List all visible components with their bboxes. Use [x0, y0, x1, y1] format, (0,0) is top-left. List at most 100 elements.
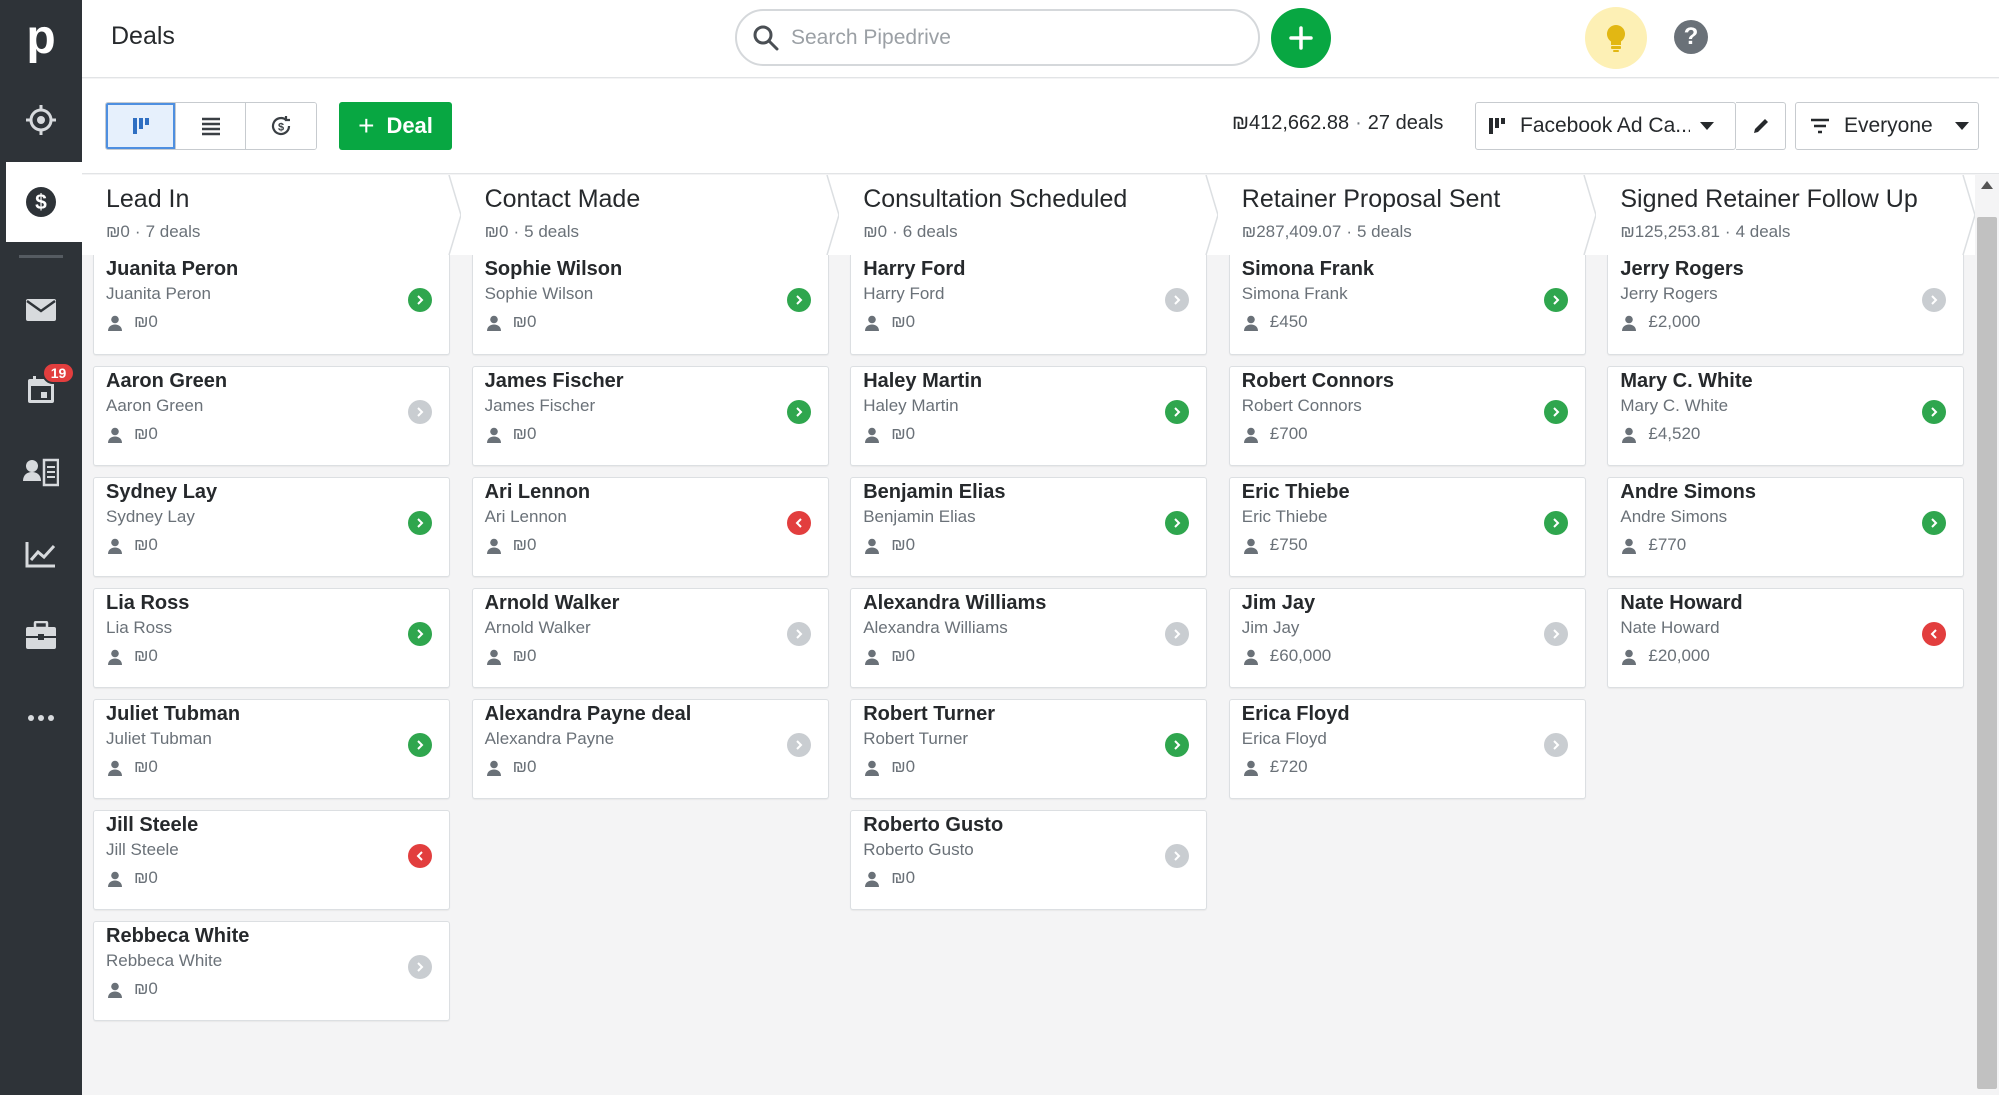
deal-title[interactable]: Ari Lennon [485, 481, 828, 504]
activity-status-icon[interactable] [1922, 288, 1947, 312]
pipeline-view-button[interactable] [106, 103, 176, 149]
deal-card[interactable]: Benjamin Elias Benjamin Elias ₪0 [850, 477, 1208, 577]
deal-title[interactable]: Alexandra Payne deal [485, 703, 828, 726]
deal-card[interactable]: Jill Steele Jill Steele ₪0 [93, 810, 450, 910]
add-deal-button[interactable]: + Deal [339, 102, 452, 150]
deal-card[interactable]: Simona Frank Simona Frank £450 [1228, 255, 1586, 355]
deal-title[interactable]: Aaron Green [106, 370, 449, 393]
deal-card[interactable]: Jim Jay Jim Jay £60,000 [1228, 588, 1586, 688]
deal-card[interactable]: Ari Lennon Ari Lennon ₪0 [471, 477, 829, 577]
activity-status-icon[interactable] [1165, 622, 1190, 646]
deal-title[interactable]: Erica Floyd [1242, 703, 1585, 726]
deal-card[interactable]: Haley Martin Haley Martin ₪0 [850, 366, 1208, 466]
activity-status-icon[interactable] [786, 733, 811, 757]
activity-status-icon[interactable] [1165, 288, 1190, 312]
deal-title[interactable]: Harry Ford [863, 258, 1206, 281]
deal-card[interactable]: Juanita Peron Juanita Peron ₪0 [93, 255, 450, 355]
deal-card[interactable]: Alexandra Payne deal Alexandra Payne ₪0 [471, 699, 829, 799]
search-input[interactable] [791, 25, 1231, 50]
calendar-icon[interactable]: 19 [0, 350, 82, 430]
activity-status-icon[interactable] [408, 733, 432, 757]
deal-title[interactable]: Rebbeca White [106, 925, 449, 948]
owner-filter-select[interactable]: Everyone [1795, 102, 1979, 150]
vertical-scrollbar[interactable] [1975, 175, 1999, 1095]
deal-title[interactable]: Haley Martin [863, 370, 1206, 393]
deal-card[interactable]: Juliet Tubman Juliet Tubman ₪0 [93, 699, 450, 799]
quick-add-button[interactable] [1271, 8, 1331, 68]
deal-card[interactable]: Jerry Rogers Jerry Rogers £2,000 [1607, 255, 1965, 355]
deal-title[interactable]: Arnold Walker [485, 592, 828, 615]
deal-title[interactable]: Sydney Lay [106, 481, 449, 504]
activity-status-icon[interactable] [408, 511, 432, 535]
deal-title[interactable]: Jill Steele [106, 814, 449, 837]
activity-status-icon[interactable] [1165, 511, 1190, 535]
deal-card[interactable]: Sydney Lay Sydney Lay ₪0 [93, 477, 450, 577]
lightbulb-button[interactable] [1585, 7, 1647, 69]
activity-status-icon[interactable] [408, 955, 432, 979]
deal-title[interactable]: Nate Howard [1620, 592, 1963, 615]
help-icon[interactable]: ? [1674, 20, 1708, 54]
activity-status-icon[interactable] [786, 622, 811, 646]
deal-card[interactable]: Sophie Wilson Sophie Wilson ₪0 [471, 255, 829, 355]
activity-status-icon[interactable] [786, 511, 811, 535]
deal-card[interactable]: Robert Connors Robert Connors £700 [1228, 366, 1586, 466]
deal-title[interactable]: Alexandra Williams [863, 592, 1206, 615]
deal-title[interactable]: Sophie Wilson [485, 258, 828, 281]
deal-title[interactable]: Juanita Peron [106, 258, 449, 281]
activity-status-icon[interactable] [408, 400, 432, 424]
pipeline-select[interactable]: Facebook Ad Ca... [1475, 102, 1736, 150]
activity-status-icon[interactable] [1922, 511, 1947, 535]
deal-card[interactable]: Rebbeca White Rebbeca White ₪0 [93, 921, 450, 1021]
deal-card[interactable]: Lia Ross Lia Ross ₪0 [93, 588, 450, 688]
deal-title[interactable]: Roberto Gusto [863, 814, 1206, 837]
activity-status-icon[interactable] [408, 844, 432, 868]
deal-card[interactable]: Eric Thiebe Eric Thiebe £750 [1228, 477, 1586, 577]
deal-card[interactable]: James Fischer James Fischer ₪0 [471, 366, 829, 466]
activity-status-icon[interactable] [786, 288, 811, 312]
deal-title[interactable]: Robert Connors [1242, 370, 1585, 393]
deal-title[interactable]: Jerry Rogers [1620, 258, 1963, 281]
activity-status-icon[interactable] [1922, 622, 1947, 646]
scroll-up-arrow[interactable] [1981, 181, 1993, 189]
deal-card[interactable]: Erica Floyd Erica Floyd £720 [1228, 699, 1586, 799]
deal-title[interactable]: Lia Ross [106, 592, 449, 615]
deal-card[interactable]: Aaron Green Aaron Green ₪0 [93, 366, 450, 466]
deals-dollar-icon[interactable]: $ [0, 162, 82, 242]
list-view-button[interactable] [176, 103, 246, 149]
deal-card[interactable]: Andre Simons Andre Simons £770 [1607, 477, 1965, 577]
search-box[interactable] [735, 9, 1260, 66]
deal-title[interactable]: Jim Jay [1242, 592, 1585, 615]
activity-status-icon[interactable] [1165, 400, 1190, 424]
pipedrive-logo[interactable]: p [0, 0, 82, 74]
activity-status-icon[interactable] [786, 400, 811, 424]
deal-card[interactable]: Arnold Walker Arnold Walker ₪0 [471, 588, 829, 688]
products-box-icon[interactable] [0, 596, 82, 676]
scrollbar-thumb[interactable] [1977, 217, 1997, 1089]
deal-title[interactable]: Benjamin Elias [863, 481, 1206, 504]
deal-card[interactable]: Nate Howard Nate Howard £20,000 [1607, 588, 1965, 688]
contacts-icon[interactable] [0, 432, 82, 512]
deal-card[interactable]: Roberto Gusto Roberto Gusto ₪0 [850, 810, 1208, 910]
edit-pipeline-button[interactable] [1736, 102, 1786, 150]
activity-status-icon[interactable] [1543, 733, 1568, 757]
deal-title[interactable]: Juliet Tubman [106, 703, 449, 726]
activity-status-icon[interactable] [1165, 844, 1190, 868]
activity-status-icon[interactable] [1165, 733, 1190, 757]
insights-chart-icon[interactable] [0, 514, 82, 594]
mail-icon[interactable] [0, 270, 82, 350]
more-icon[interactable] [0, 678, 82, 758]
activity-status-icon[interactable] [1543, 511, 1568, 535]
activity-status-icon[interactable] [1922, 400, 1947, 424]
forecast-view-button[interactable]: $ [246, 103, 316, 149]
deal-title[interactable]: Eric Thiebe [1242, 481, 1585, 504]
deal-title[interactable]: Mary C. White [1620, 370, 1963, 393]
deal-title[interactable]: James Fischer [485, 370, 828, 393]
deal-card[interactable]: Alexandra Williams Alexandra Williams ₪0 [850, 588, 1208, 688]
activity-status-icon[interactable] [408, 288, 432, 312]
deal-title[interactable]: Robert Turner [863, 703, 1206, 726]
activity-status-icon[interactable] [1543, 622, 1568, 646]
activity-status-icon[interactable] [408, 622, 432, 646]
deal-title[interactable]: Simona Frank [1242, 258, 1585, 281]
deal-card[interactable]: Mary C. White Mary C. White £4,520 [1607, 366, 1965, 466]
activity-status-icon[interactable] [1543, 400, 1568, 424]
